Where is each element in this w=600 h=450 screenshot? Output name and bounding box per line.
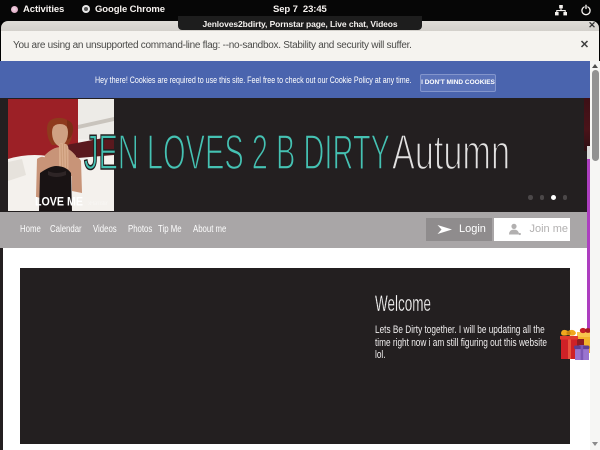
svg-text:Autumn: Autumn: [392, 126, 510, 180]
svg-text:Welcome: Welcome: [375, 291, 431, 316]
svg-text:JEN LOVES 2 B DIRTY: JEN LOVES 2 B DIRTY: [84, 126, 390, 180]
